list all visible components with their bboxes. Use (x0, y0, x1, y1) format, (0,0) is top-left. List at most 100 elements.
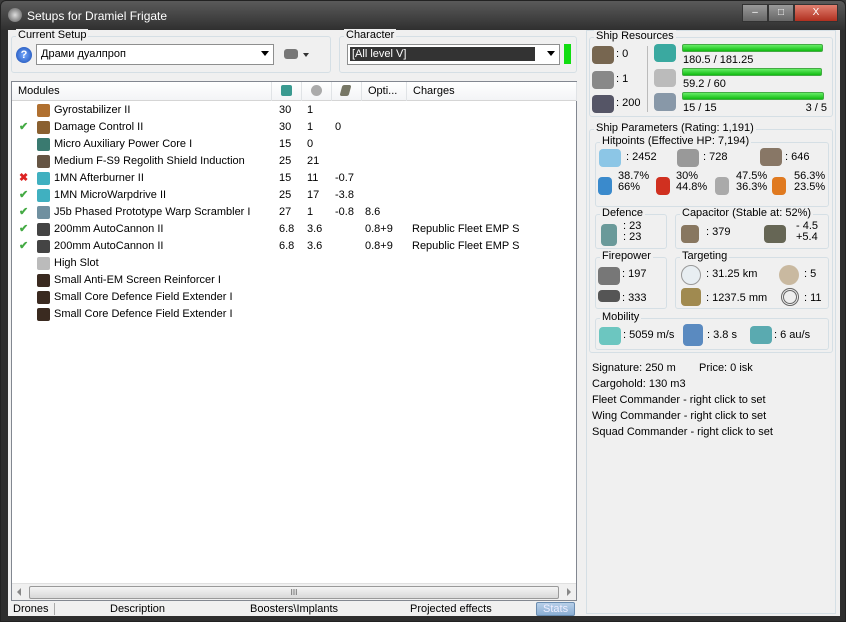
table-row[interactable]: Micro Auxiliary Power Core I 15 0 (12, 136, 576, 153)
module-powergrid: 1 (307, 121, 314, 133)
squad-commander[interactable]: Squad Commander - right click to set (592, 426, 773, 438)
module-name: 1MN Afterburner II (54, 172, 144, 184)
module-capacitor: -3.8 (335, 189, 354, 201)
scrollbar-thumb[interactable]: III (29, 586, 559, 599)
table-row[interactable]: Medium F-S9 Regolith Shield Induction 25 2… (12, 153, 576, 170)
module-icon (37, 257, 50, 270)
module-cpu: 25 (279, 155, 292, 167)
module-name: J5b Phased Prototype Warp Scrambler I (54, 206, 251, 218)
column-powergrid[interactable] (302, 82, 332, 101)
window-title: Setups for Dramiel Frigate (27, 9, 168, 23)
module-cpu: 25 (279, 189, 292, 201)
table-row[interactable]: Small Anti-EM Screen Reinforcer I (12, 272, 576, 289)
window: Setups for Dramiel Frigate – □ X Current… (0, 0, 846, 622)
capacitor-value: : 379 (706, 226, 731, 238)
help-icon[interactable]: ? (16, 47, 32, 63)
price: Price: 0 isk (699, 362, 753, 374)
character-select[interactable]: [All level V] (347, 44, 560, 65)
table-row[interactable]: Small Core Defence Field Extender I (12, 289, 576, 306)
ship-parameters-group: Ship Parameters (Rating: 1,191) Hitpoint… (589, 122, 833, 353)
column-capacitor[interactable] (332, 82, 362, 101)
defence-label: Defence (600, 207, 645, 219)
ship-menu-button[interactable] (284, 47, 314, 63)
tab-projected-effects[interactable]: Projected effects (410, 603, 492, 615)
modules-list[interactable]: Modules Opti... Charges Gyrostabilizer I… (11, 81, 577, 601)
module-cpu: 30 (279, 104, 292, 116)
calibration-bar (682, 92, 824, 100)
tab-boosters-implants[interactable]: Boosters\Implants (250, 603, 338, 615)
capacitor-recharge-icon (764, 225, 786, 243)
turret-slots: : 0 (616, 48, 629, 60)
capacitor-group: Capacitor (Stable at: 52%) : 379 - 4.5 +5… (675, 207, 829, 249)
module-name: Small Core Defence Field Extender I (54, 308, 233, 320)
column-charges[interactable]: Charges (407, 82, 577, 101)
calibration-icon (654, 93, 676, 111)
module-icon (37, 223, 50, 236)
column-optimal[interactable]: Opti... (362, 82, 407, 101)
tab-drones[interactable]: Drones (13, 603, 56, 615)
tab-description[interactable]: Description (110, 603, 165, 615)
setup-select[interactable]: Драми дуалпроп (36, 44, 274, 65)
column-modules[interactable]: Modules (12, 82, 272, 101)
module-powergrid: 1 (307, 206, 314, 218)
module-icon (37, 155, 50, 168)
active-check-icon[interactable]: ✔ (19, 119, 28, 136)
firepower-group: Firepower : 197 : 333 (595, 250, 667, 309)
list-header: Modules Opti... Charges (12, 82, 577, 101)
kinetic-resist: 47.5% 36.3% (736, 171, 767, 193)
powergrid-icon (654, 69, 676, 87)
scroll-left-arrow[interactable] (17, 588, 21, 596)
current-setup-label: Current Setup (16, 29, 89, 41)
powergrid-icon (311, 85, 322, 96)
table-row[interactable]: ✔ J5b Phased Prototype Warp Scrambler I 27… (12, 204, 576, 221)
capacitor-icon (681, 225, 699, 243)
close-button[interactable]: X (794, 4, 838, 22)
table-row[interactable]: ✔ 200mm AutoCannon II 6.8 3.6 0.8+9 Republic … (12, 221, 576, 238)
active-check-icon[interactable]: ✔ (19, 221, 28, 238)
active-check-icon[interactable]: ✔ (19, 187, 28, 204)
tab-stats[interactable]: Stats (536, 602, 576, 616)
active-check-icon[interactable]: ✔ (19, 238, 28, 255)
table-row[interactable]: ✖ 1MN Afterburner II 15 11 -0.7 (12, 170, 576, 187)
sensor-strength-icon (781, 288, 799, 306)
module-icon (37, 308, 50, 321)
cpu-value: 180.5 / 181.25 (683, 54, 754, 66)
fleet-commander[interactable]: Fleet Commander - right click to set (592, 394, 766, 406)
maximize-button[interactable]: □ (768, 4, 794, 22)
character-status-indicator (564, 44, 571, 64)
module-charge: Republic Fleet EMP S (412, 240, 520, 252)
cpu-icon (281, 85, 292, 96)
table-row[interactable]: Gyrostabilizer II 30 1 (12, 102, 576, 119)
character-value: [All level V] (350, 47, 535, 61)
ship-parameters-label: Ship Parameters (Rating: 1,191) (594, 122, 756, 134)
minimize-button[interactable]: – (742, 4, 768, 22)
module-powergrid: 11 (307, 172, 319, 184)
table-row[interactable]: ✔ Damage Control II 30 1 0 (12, 119, 576, 136)
drone-bay-value: : 200 (616, 97, 641, 109)
table-row[interactable]: ✔ 200mm AutoCannon II 6.8 3.6 0.8+9 Republic … (12, 238, 576, 255)
drone-bay-icon (592, 95, 614, 113)
volley-icon (598, 290, 620, 302)
horizontal-scrollbar[interactable]: III (12, 583, 576, 600)
module-icon (37, 206, 50, 219)
ship-resources-label: Ship Resources (594, 30, 676, 42)
armor-icon (677, 149, 699, 167)
module-capacitor: -0.7 (335, 172, 354, 184)
active-check-icon[interactable]: ✔ (19, 204, 28, 221)
ship-resources-group: Ship Resources : 0 : 1 : 200 180.5 / 181… (589, 30, 833, 117)
em-armor-resist: 66% (618, 181, 641, 193)
module-cpu: 15 (279, 172, 292, 184)
hitpoints-label: Hitpoints (Effective HP: 7,194) (600, 135, 752, 147)
ship-icon (284, 49, 298, 59)
offline-x-icon[interactable]: ✖ (19, 170, 28, 187)
wing-commander[interactable]: Wing Commander - right click to set (592, 410, 766, 422)
table-row[interactable]: ✔ 1MN MicroWarpdrive II 25 17 -3.8 (12, 187, 576, 204)
column-cpu[interactable] (272, 82, 302, 101)
character-group: Character [All level V] (339, 29, 577, 73)
scroll-right-arrow[interactable] (567, 588, 571, 596)
module-name: High Slot (54, 257, 99, 269)
module-icon (37, 121, 50, 134)
table-row[interactable]: Small Core Defence Field Extender I (12, 306, 576, 323)
module-capacitor: 0 (335, 121, 342, 133)
table-row[interactable]: High Slot (12, 255, 576, 272)
